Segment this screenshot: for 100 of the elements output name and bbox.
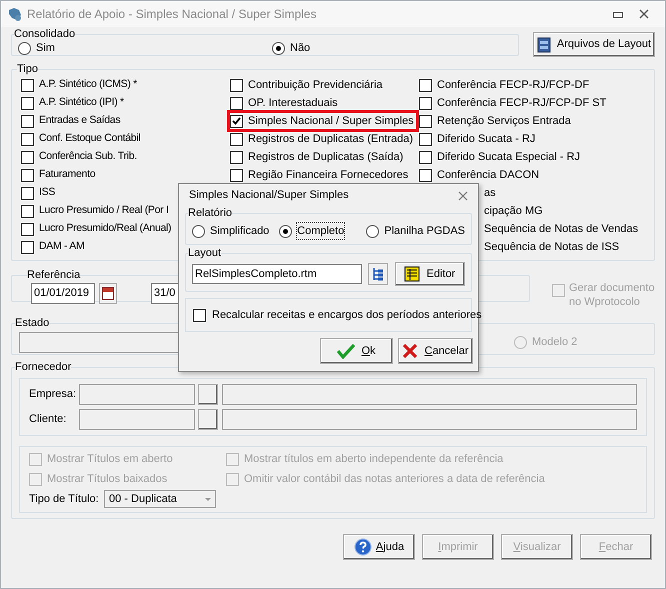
checkbox[interactable] <box>21 222 34 236</box>
field-label: Cliente: <box>29 412 68 428</box>
checkbox-label: Região Financeira Fornecedores <box>248 168 408 183</box>
radio-label: Simplificado <box>210 224 270 239</box>
editor-button[interactable]: Editor <box>394 262 465 286</box>
checkbox-label: Diferido Sucata Especial - RJ <box>437 150 580 165</box>
checkbox-label: Faturamento <box>39 167 96 182</box>
checkbox[interactable] <box>419 114 432 128</box>
checkbox[interactable] <box>419 132 432 146</box>
checkbox-label: as <box>484 186 496 201</box>
checkbox-label: Entradas e Saídas <box>39 113 120 128</box>
group-label: Relatório <box>188 207 232 220</box>
checkbox[interactable] <box>21 114 34 128</box>
checkbox-label: Sequência de Notas de ISS <box>484 240 620 255</box>
dropdown-arrow-icon <box>205 498 211 500</box>
checkbox-label: Lucro Presumido / Real (Por I <box>39 203 169 218</box>
checkbox[interactable] <box>230 150 243 164</box>
checkbox[interactable] <box>230 132 243 146</box>
checkbox[interactable] <box>21 168 34 182</box>
checkbox[interactable] <box>230 114 243 128</box>
checkbox[interactable] <box>419 150 432 164</box>
checkbox[interactable] <box>419 96 432 110</box>
close-icon[interactable] <box>458 190 468 200</box>
checkbox-label: A.P. Sintético (ICMS) * <box>39 77 137 92</box>
calendar-button[interactable] <box>99 282 117 304</box>
checkbox-label: Registros de Duplicatas (Entrada) <box>248 132 414 147</box>
field-label: Tipo de Título: <box>29 492 100 507</box>
radio-button[interactable] <box>18 42 31 54</box>
checkbox-label: Conf. Estoque Contábil <box>39 131 140 146</box>
window-title: Relatório de Apoio - Simples Nacional / Super Simples <box>27 6 316 23</box>
lookup-button[interactable] <box>198 409 218 430</box>
checkbox[interactable] <box>21 78 34 92</box>
checkbox[interactable] <box>230 78 243 92</box>
help-icon <box>354 538 372 556</box>
dialog-title: Simples Nacional/Super Simples <box>189 188 349 204</box>
radio-button[interactable] <box>192 224 205 238</box>
radio-button[interactable] <box>366 224 380 238</box>
layout-files-button[interactable]: Arquivos de Layout <box>533 32 655 57</box>
date-field[interactable]: 01/01/2019 <box>31 282 95 304</box>
map-icon <box>7 6 23 22</box>
group-label: Estado <box>15 317 50 330</box>
checkbox[interactable] <box>21 96 34 110</box>
field-label: Empresa: <box>29 387 78 402</box>
title-type-dropdown[interactable]: 00 - Duplicata <box>104 490 216 508</box>
tree-icon <box>372 267 384 281</box>
checkbox-label: Conferência DACON <box>437 168 540 183</box>
radio-button[interactable] <box>272 42 285 54</box>
radio-button[interactable] <box>279 224 292 238</box>
name-field[interactable] <box>222 384 637 405</box>
group-label: Tipo <box>17 63 38 76</box>
checkbox-label: Mostrar títulos em aberto independente da referência <box>244 452 504 468</box>
checkbox-label: Omitir valor contábil das notas anteriores a data de referência <box>244 472 545 488</box>
checkbox-label: A.P. Sintético (IPI) * <box>39 95 124 110</box>
checkbox[interactable] <box>21 150 34 164</box>
checkbox[interactable] <box>21 186 34 200</box>
checkbox-label: Sequência de Notas de Vendas <box>484 222 638 237</box>
checkbox-label: Registros de Duplicatas (Saída) <box>248 150 404 165</box>
checkbox[interactable] <box>230 96 243 110</box>
checkbox[interactable] <box>193 308 206 322</box>
calendar-icon <box>102 286 114 300</box>
group-label: Fornecedor <box>15 361 72 374</box>
checkbox-label: Gerar documento no Wprotocolo <box>569 281 655 309</box>
checkbox-label: OP. Interestaduais <box>248 96 338 111</box>
name-field[interactable] <box>222 409 637 430</box>
checkbox[interactable] <box>419 168 432 182</box>
code-field[interactable] <box>79 409 195 430</box>
radio-label: Não <box>290 40 310 56</box>
radio-label: Planilha PGDAS <box>384 224 465 239</box>
checkbox-label: Conferência FECP-RJ/FCP-DF ST <box>437 96 606 111</box>
checkbox-label: Simples Nacional / Super Simples <box>248 114 414 129</box>
close-icon[interactable] <box>639 9 649 19</box>
checkbox[interactable] <box>21 240 34 254</box>
code-field[interactable] <box>79 384 195 405</box>
radio-label: Modelo 2 <box>532 334 578 350</box>
checkbox-label: DAM - AM <box>39 239 84 254</box>
checkbox-label: Mostrar Títulos em aberto <box>47 452 173 468</box>
dialog-button[interactable]: Ajuda <box>343 534 415 560</box>
ok-button[interactable]: Ok <box>320 338 393 364</box>
tree-button[interactable] <box>368 263 388 285</box>
checkbox-label: Contribuição Previdenciária <box>248 78 383 93</box>
checkbox-label: Conferência Sub. Trib. <box>39 149 137 164</box>
checkbox-label: Retenção Serviços Entrada <box>437 114 571 129</box>
minimize-icon[interactable] <box>613 10 623 18</box>
spreadsheet-icon <box>404 266 420 282</box>
checkbox[interactable] <box>21 132 34 146</box>
layout-field[interactable]: RelSimplesCompleto.rtm <box>192 264 362 284</box>
checkbox[interactable] <box>21 204 34 218</box>
lookup-button[interactable] <box>198 384 218 405</box>
checkbox-label: Recalcular receitas e encargos dos períodos anteriores <box>212 308 482 323</box>
radio-label: Sim <box>36 40 55 56</box>
cancel-button[interactable]: Cancelar <box>398 338 473 364</box>
group-label: Layout <box>188 247 222 260</box>
checkbox-label: Lucro Presumido/Real (Anual) <box>39 221 172 236</box>
checkmark-icon <box>337 343 356 359</box>
radio-label: Completo <box>297 222 344 240</box>
checkbox[interactable] <box>419 78 432 92</box>
group-label: Referência <box>27 269 80 282</box>
checkbox[interactable] <box>230 168 243 182</box>
checkbox-label: Diferido Sucata - RJ <box>437 132 536 147</box>
checkbox-label: ISS <box>39 185 56 200</box>
